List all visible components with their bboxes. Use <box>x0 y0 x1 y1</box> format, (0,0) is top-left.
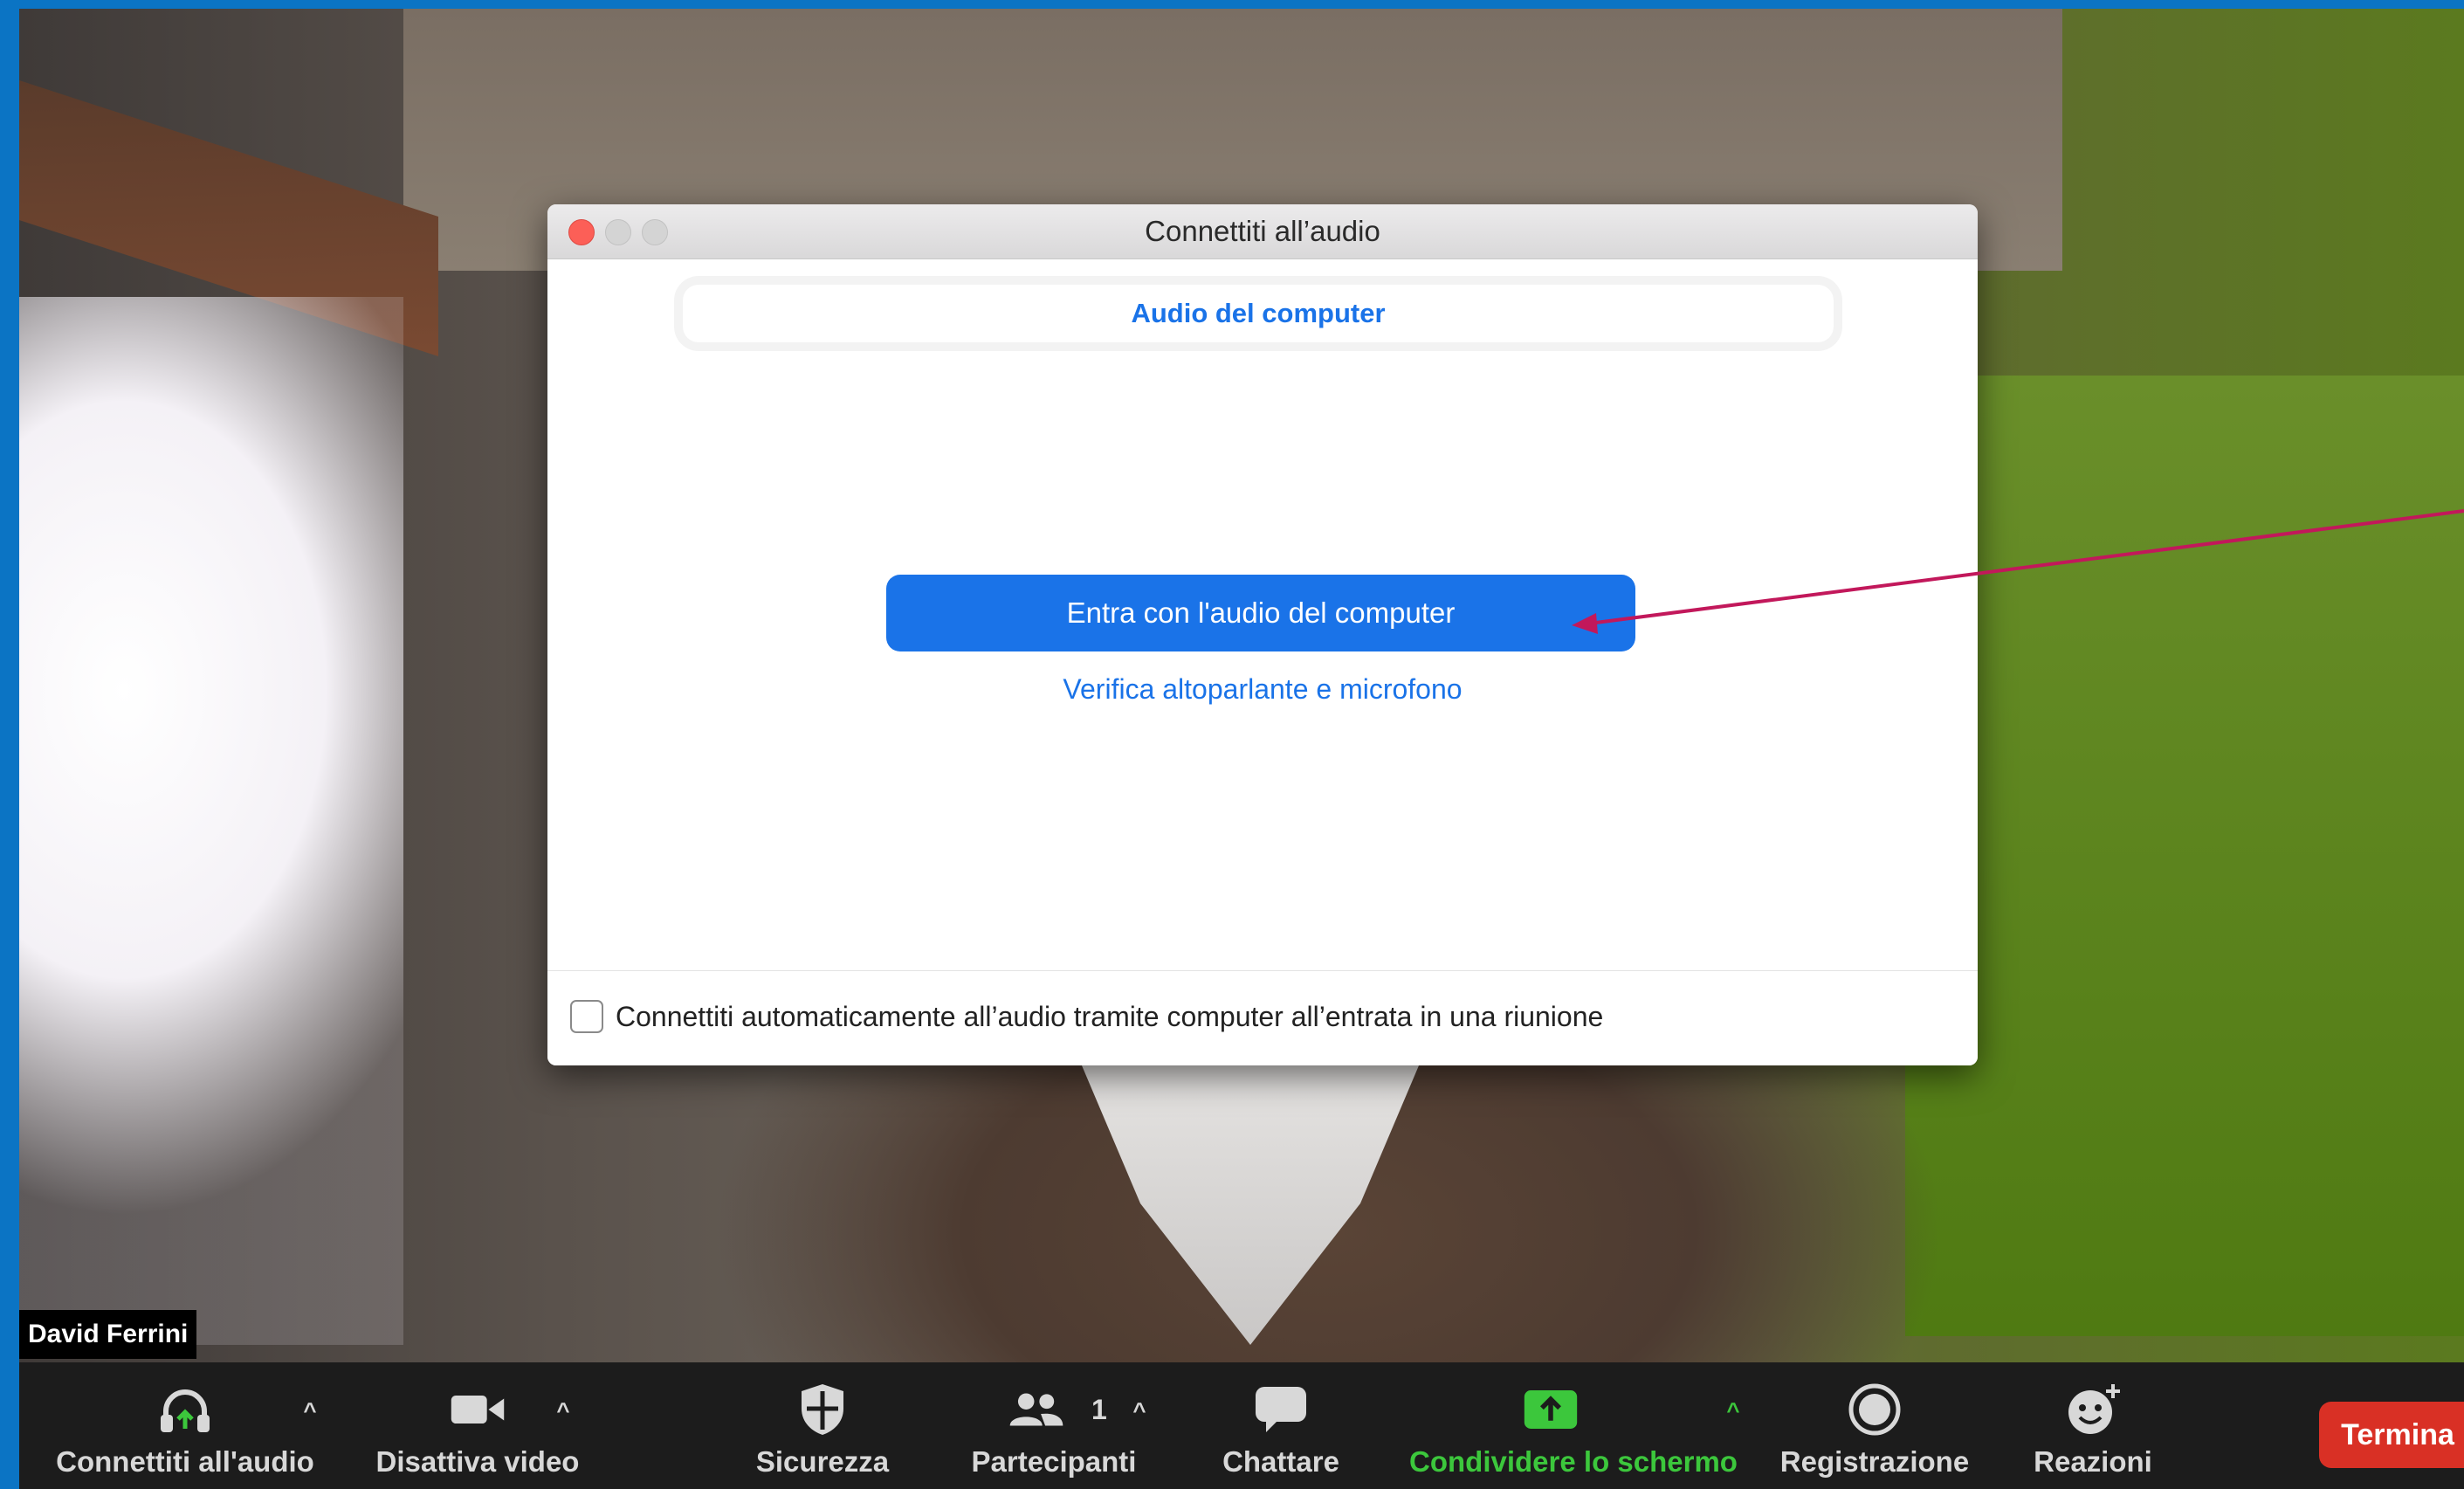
join-computer-audio-button[interactable]: Entra con l'audio del computer <box>886 575 1635 651</box>
participant-name-tag: David Ferrini <box>19 1310 197 1359</box>
chevron-up-icon: ^ <box>1132 1396 1146 1424</box>
chevron-up-icon: ^ <box>556 1396 570 1424</box>
share-screen-icon <box>1523 1382 1579 1437</box>
share-screen-button[interactable]: Condividere lo schermo <box>1381 1362 1765 1489</box>
auto-connect-label[interactable]: Connettiti automaticamente all’audio tra… <box>616 1001 1603 1033</box>
security-button[interactable]: Sicurezza <box>718 1362 927 1489</box>
meeting-toolbar: Connettiti all'audio ^ Disattiva video ^… <box>19 1362 2464 1489</box>
people-icon <box>1008 1382 1064 1437</box>
share-options-caret[interactable]: ^ <box>1720 1397 1746 1424</box>
participants-button[interactable]: 1 Partecipanti <box>945 1362 1163 1489</box>
tab-computer-audio[interactable]: Audio del computer <box>683 285 1834 342</box>
dialog-footer: Connettiti automaticamente all’audio tra… <box>547 970 1978 1065</box>
record-icon <box>1847 1382 1903 1437</box>
video-button[interactable]: Disattiva video <box>351 1362 604 1489</box>
chat-button[interactable]: Chattare <box>1180 1362 1381 1489</box>
participants-options-caret[interactable]: ^ <box>1126 1397 1153 1424</box>
participants-label: Partecipanti <box>971 1445 1137 1478</box>
emoji-icon <box>2065 1382 2121 1437</box>
shield-icon <box>795 1382 850 1437</box>
reactions-label: Reazioni <box>2034 1445 2152 1478</box>
reactions-button[interactable]: Reazioni <box>1993 1362 2193 1489</box>
chevron-up-icon: ^ <box>1726 1396 1740 1424</box>
dialog-titlebar[interactable]: Connettiti all’audio <box>547 204 1978 259</box>
participants-count: 1 <box>1091 1394 1107 1425</box>
record-button[interactable]: Registrazione <box>1765 1362 1984 1489</box>
record-label: Registrazione <box>1779 1445 1970 1478</box>
chevron-up-icon: ^ <box>303 1396 317 1424</box>
end-meeting-button[interactable]: Termina <box>2319 1402 2464 1468</box>
video-camera-icon <box>450 1382 506 1437</box>
chat-label: Chattare <box>1222 1445 1339 1478</box>
audio-label: Connettiti all'audio <box>56 1445 314 1478</box>
chat-bubble-icon <box>1253 1382 1309 1437</box>
audio-button[interactable]: Connettiti all'audio <box>37 1362 334 1489</box>
share-screen-label: Condividere lo schermo <box>1409 1445 1738 1478</box>
video-options-caret[interactable]: ^ <box>550 1397 576 1424</box>
dialog-title: Connettiti all’audio <box>1145 215 1380 247</box>
headphones-icon <box>157 1382 213 1437</box>
audio-options-caret[interactable]: ^ <box>297 1397 323 1424</box>
test-speaker-microphone-link[interactable]: Verifica altoparlante e microfono <box>547 673 1978 706</box>
auto-connect-checkbox[interactable] <box>570 1000 603 1033</box>
security-label: Sicurezza <box>755 1445 890 1478</box>
audio-dialog: Connettiti all’audio Audio del computer … <box>547 204 1978 1065</box>
video-label: Disattiva video <box>375 1445 580 1478</box>
background-window-light <box>19 297 403 1345</box>
